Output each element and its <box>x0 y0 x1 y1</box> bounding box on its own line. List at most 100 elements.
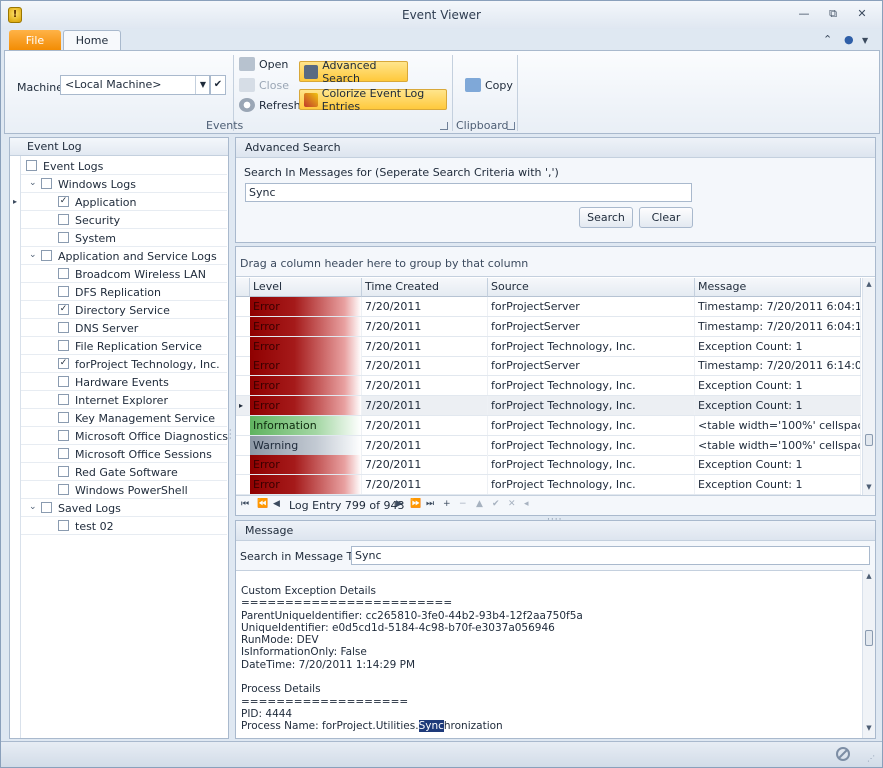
tree-item[interactable]: ⌄ Application and Service Logs <box>21 247 227 265</box>
expand-chevron-icon[interactable]: ⌄ <box>29 502 37 512</box>
tree-item[interactable]: ⌄ Windows Logs <box>21 175 227 193</box>
tree-item[interactable]: ✓ Directory Service <box>21 301 227 319</box>
tree-item-checkbox[interactable] <box>41 250 52 261</box>
events-launcher-icon[interactable] <box>440 122 448 130</box>
edit-icon[interactable]: ▲ <box>476 499 483 509</box>
tree-item[interactable]: Hardware Events <box>21 373 227 391</box>
tab-file[interactable]: File <box>9 30 61 51</box>
remove-icon[interactable]: − <box>459 499 467 509</box>
tree-item-checkbox[interactable] <box>58 340 69 351</box>
last-page-icon[interactable]: ⏭ <box>426 499 434 509</box>
scroll-down-icon[interactable]: ▼ <box>863 483 875 491</box>
table-row[interactable]: Error 7/20/2011 forProject Technology, Inc… <box>236 475 861 496</box>
next-record-icon[interactable]: ▶ <box>396 499 403 509</box>
tree-item[interactable]: Event Logs <box>21 157 227 175</box>
tree-item[interactable]: Security <box>21 211 227 229</box>
clear-button[interactable]: Clear <box>639 207 693 228</box>
tree-item-checkbox[interactable] <box>41 502 52 513</box>
restore-icon[interactable]: ⧉ <box>825 7 841 21</box>
tree-item[interactable]: DFS Replication <box>21 283 227 301</box>
tree-item-checkbox[interactable] <box>58 286 69 297</box>
tree-item-checkbox[interactable]: ✓ <box>58 358 69 369</box>
tree-item-checkbox[interactable] <box>58 466 69 477</box>
table-row[interactable]: Error 7/20/2011 forProject Technology, Inc… <box>236 336 861 357</box>
table-row[interactable]: Error 7/20/2011 forProjectServer Timestamp:… <box>236 356 861 377</box>
open-button[interactable]: Open <box>239 57 288 71</box>
advanced-search-button[interactable]: Advanced Search <box>299 59 408 85</box>
apply-check-icon[interactable]: ✔ <box>210 75 226 95</box>
message-scroll-thumb[interactable] <box>865 630 873 646</box>
tree-item-checkbox[interactable]: ✓ <box>58 196 69 207</box>
message-text-area[interactable]: Custom Exception Details ================… <box>236 570 862 738</box>
tree-item[interactable]: ⌄ Saved Logs <box>21 499 227 517</box>
expand-chevron-icon[interactable]: ⌄ <box>29 250 37 260</box>
column-header-time-created[interactable]: Time Created <box>362 278 488 297</box>
copy-button[interactable]: Copy <box>465 78 513 92</box>
table-row[interactable]: Error 7/20/2011 forProjectServer Timestamp:… <box>236 316 861 337</box>
grid-scrollbar[interactable]: ▲ ▼ <box>862 278 875 495</box>
grid-scroll-thumb[interactable] <box>865 434 873 446</box>
table-row[interactable]: ▸ Error 7/20/2011 forProject Technology, In… <box>236 396 861 416</box>
scroll-up-icon[interactable]: ▲ <box>863 280 875 288</box>
tree-item[interactable]: Key Management Service <box>21 409 227 427</box>
tree-item[interactable]: ✓ Application <box>21 193 227 211</box>
table-row[interactable]: Error 7/20/2011 forProject Technology, Inc… <box>236 455 861 476</box>
tree-item-checkbox[interactable] <box>26 160 37 171</box>
tree-item[interactable]: Broadcom Wireless LAN <box>21 265 227 283</box>
scroll-left-icon[interactable]: ◂ <box>524 499 529 509</box>
collapse-ribbon-icon[interactable]: ⌃ <box>823 33 832 46</box>
tree-item-checkbox[interactable] <box>58 214 69 225</box>
tree-item[interactable]: Windows PowerShell <box>21 481 227 499</box>
tree-item[interactable]: test 02 <box>21 517 227 535</box>
scroll-up-icon[interactable]: ▲ <box>863 572 875 580</box>
tree-item-checkbox[interactable] <box>58 268 69 279</box>
table-row[interactable]: Error 7/20/2011 forProjectServer Timestamp:… <box>236 297 861 317</box>
search-criteria-input[interactable]: Sync <box>245 183 692 202</box>
search-button[interactable]: Search <box>579 207 633 228</box>
column-header-level[interactable]: Level <box>250 278 362 297</box>
tree-item[interactable]: Red Gate Software <box>21 463 227 481</box>
previous-record-icon[interactable]: ◀ <box>273 499 280 509</box>
resize-grip-icon[interactable]: ⋰ <box>867 754 875 763</box>
tree-item-checkbox[interactable] <box>41 178 52 189</box>
next-page-icon[interactable]: ⏩ <box>410 499 421 509</box>
first-page-icon[interactable]: ⏮ <box>241 499 249 509</box>
tree-item[interactable]: System <box>21 229 227 247</box>
message-search-input[interactable]: Sync <box>351 546 870 565</box>
end-edit-icon[interactable]: ✔ <box>492 499 500 509</box>
message-scrollbar[interactable]: ▲ ▼ <box>862 570 875 738</box>
column-header-source[interactable]: Source <box>488 278 695 297</box>
previous-page-icon[interactable]: ⏪ <box>257 499 268 509</box>
close-icon[interactable]: ✕ <box>854 7 870 21</box>
scroll-down-icon[interactable]: ▼ <box>863 724 875 732</box>
append-icon[interactable]: + <box>443 499 451 509</box>
chevron-down-icon[interactable]: ▼ <box>195 76 210 94</box>
tree-item[interactable]: Internet Explorer <box>21 391 227 409</box>
help-dropdown-icon[interactable]: ▼ <box>862 36 868 45</box>
tree-item-checkbox[interactable] <box>58 376 69 387</box>
tree-item-checkbox[interactable]: ✓ <box>58 304 69 315</box>
clipboard-launcher-icon[interactable] <box>507 122 515 130</box>
tree-item-checkbox[interactable] <box>58 448 69 459</box>
cancel-edit-icon[interactable]: ✕ <box>508 499 516 509</box>
tree-item-checkbox[interactable] <box>58 430 69 441</box>
minimize-icon[interactable]: — <box>796 7 812 21</box>
tree-item-checkbox[interactable] <box>58 412 69 423</box>
column-header-message[interactable]: Message <box>695 278 861 297</box>
tree-item-checkbox[interactable] <box>58 322 69 333</box>
tab-home[interactable]: Home <box>63 30 121 52</box>
table-row[interactable]: Warning 7/20/2011 forProject Technology, I… <box>236 435 861 456</box>
colorize-button[interactable]: Colorize Event Log Entries <box>299 87 447 113</box>
table-row[interactable]: Information 7/20/2011 forProject Technolog… <box>236 415 861 436</box>
group-by-panel[interactable]: Drag a column header here to group by th… <box>236 247 875 277</box>
tree-item-checkbox[interactable] <box>58 232 69 243</box>
tree-item[interactable]: File Replication Service <box>21 337 227 355</box>
help-globe-icon[interactable]: ● <box>844 33 854 46</box>
tree-item[interactable]: DNS Server <box>21 319 227 337</box>
tree-item-checkbox[interactable] <box>58 394 69 405</box>
table-row[interactable]: Error 7/20/2011 forProject Technology, Inc… <box>236 376 861 397</box>
tree-item-checkbox[interactable] <box>58 520 69 531</box>
machine-combo[interactable]: <Local Machine> <box>60 75 210 95</box>
tree-item-checkbox[interactable] <box>58 484 69 495</box>
refresh-button[interactable]: Refresh <box>239 98 301 112</box>
